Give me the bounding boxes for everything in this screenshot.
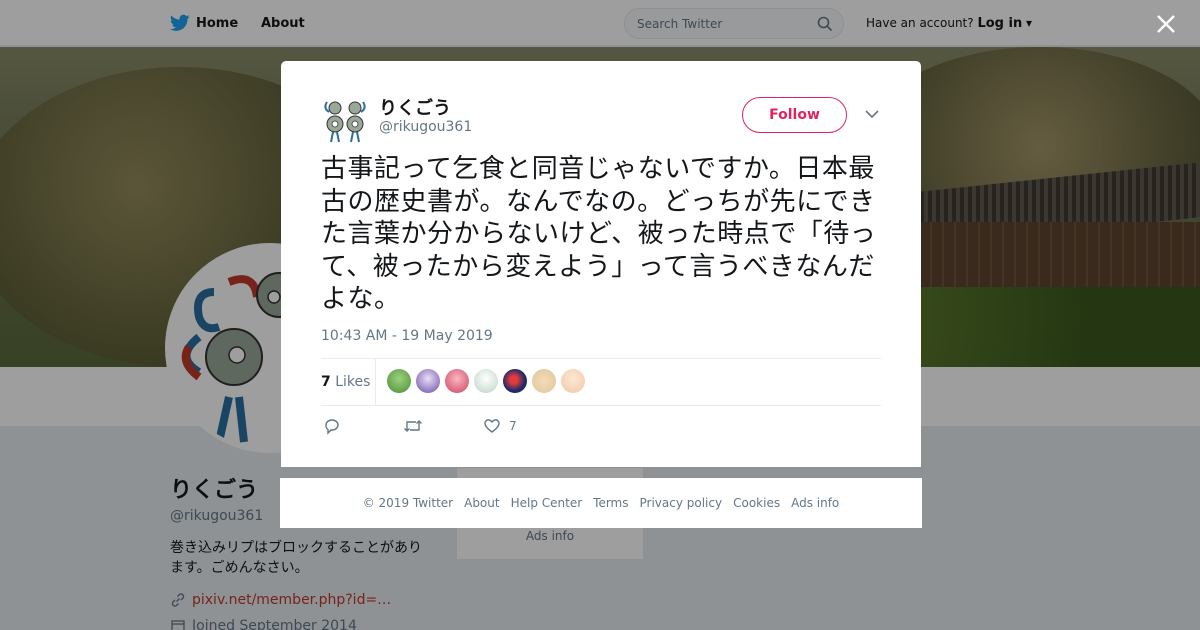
- like-action-count: 7: [509, 419, 517, 433]
- liker-avatar[interactable]: [561, 369, 585, 393]
- reply-button[interactable]: [323, 417, 341, 435]
- chevron-down-icon[interactable]: [865, 109, 879, 119]
- heart-icon: [484, 419, 500, 433]
- tweet-author-avatar[interactable]: [321, 96, 369, 144]
- liker-avatar[interactable]: [474, 369, 498, 393]
- tweet-text: 古事記って乞食と同音じゃないですか。日本最古の歴史書が。なんでなの。どっちが先に…: [321, 154, 877, 314]
- tweet-timestamp[interactable]: 10:43 AM - 19 May 2019: [321, 328, 493, 344]
- retweet-icon: [404, 420, 422, 432]
- follow-button[interactable]: Follow: [742, 97, 847, 133]
- liker-avatar[interactable]: [416, 369, 440, 393]
- tweet-author-name[interactable]: りくごう: [379, 94, 451, 120]
- footer-link-ads-info[interactable]: Ads info: [791, 496, 839, 510]
- liker-avatar[interactable]: [503, 369, 527, 393]
- modal-footer: © 2019 Twitter About Help Center Terms P…: [280, 478, 922, 528]
- liker-avatar[interactable]: [532, 369, 556, 393]
- footer-link-about[interactable]: About: [464, 496, 499, 510]
- reply-icon: [325, 419, 339, 435]
- tweet-modal: りくごう @rikugou361 Follow 古事記って乞食と同音じゃないです…: [281, 61, 921, 467]
- footer-link-help-center[interactable]: Help Center: [511, 496, 583, 510]
- tweet-actions: 7: [321, 417, 881, 437]
- footer-copyright: © 2019 Twitter: [362, 496, 454, 510]
- likers-avatars: [387, 369, 585, 393]
- close-icon[interactable]: [1154, 12, 1178, 36]
- likes-stat[interactable]: 7 Likes: [321, 374, 370, 390]
- footer-link-terms[interactable]: Terms: [593, 496, 628, 510]
- liker-avatar[interactable]: [387, 369, 411, 393]
- liker-avatar[interactable]: [445, 369, 469, 393]
- retweet-button[interactable]: [403, 417, 423, 435]
- like-button[interactable]: 7: [483, 417, 517, 435]
- footer-link-privacy[interactable]: Privacy policy: [640, 496, 723, 510]
- likes-label: Likes: [335, 374, 371, 390]
- tweet-author-handle[interactable]: @rikugou361: [379, 119, 472, 135]
- footer-link-cookies[interactable]: Cookies: [733, 496, 780, 510]
- tweet-stats: 7 Likes: [321, 358, 881, 406]
- likes-count: 7: [321, 374, 331, 390]
